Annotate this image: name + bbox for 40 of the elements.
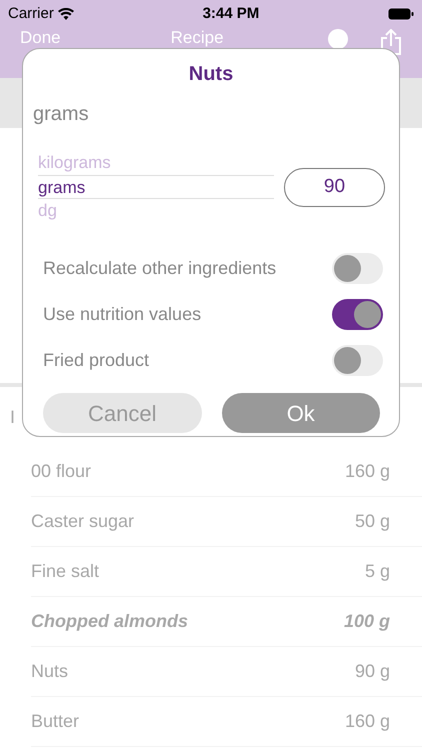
ingredient-row[interactable]: Nuts 90 g — [31, 647, 422, 697]
ingredient-row[interactable]: Fine salt 5 g — [31, 547, 422, 597]
picker-option[interactable]: grams — [38, 175, 274, 199]
picker-option[interactable]: dg — [38, 199, 274, 223]
ingredient-row[interactable]: 00 flour 160 g — [31, 447, 422, 497]
battery-icon — [388, 8, 414, 20]
done-button[interactable]: Done — [20, 29, 61, 47]
toggle-switch[interactable] — [332, 344, 383, 376]
ingredient-name: Butter — [31, 710, 80, 733]
dialog-title: Nuts — [188, 62, 234, 87]
ingredient-amount: 160 g — [344, 460, 390, 483]
ingredient-row[interactable]: Butter 160 g — [31, 697, 422, 747]
toggle-switch[interactable] — [332, 298, 383, 330]
ingredient-name: Chopped almonds — [31, 610, 188, 633]
ingredient-row[interactable]: Chopped almonds 100 g — [31, 597, 422, 647]
toggle-label: Use nutrition values — [43, 302, 202, 326]
ingredient-amount: 5 g — [364, 560, 390, 583]
ingredient-row[interactable]: Caster sugar 50 g — [31, 497, 422, 547]
ingredient-name: Caster sugar — [31, 510, 134, 533]
wifi-icon — [58, 8, 74, 20]
ingredient-amount: 90 g — [354, 660, 390, 683]
ingredient-amount: 160 g — [344, 710, 390, 733]
ingredient-name: Fine salt — [31, 560, 100, 583]
section-header: I — [10, 406, 16, 428]
cancel-button[interactable]: Cancel — [43, 393, 202, 433]
carrier-label: Carrier — [8, 4, 54, 24]
unit-label: grams — [33, 102, 90, 127]
toggle-label: Fried product — [43, 348, 150, 372]
toggle-label: Recalculate other ingredients — [43, 256, 276, 280]
ingredient-name: 00 flour — [31, 460, 92, 483]
ingredient-name: Nuts — [31, 660, 68, 683]
ingredient-amount: 100 g — [344, 610, 390, 633]
unit-picker[interactable]: kilograms grams dg — [38, 151, 274, 223]
amount-field[interactable]: 90 — [284, 168, 385, 206]
picker-option[interactable]: kilograms — [38, 151, 274, 175]
clock-time: 3:44 PM — [202, 4, 260, 24]
toggle-switch[interactable] — [332, 252, 383, 284]
ingredient-amount: 50 g — [354, 510, 390, 533]
ok-button[interactable]: Ok — [222, 393, 380, 433]
nav-title: Recipe — [170, 29, 224, 47]
